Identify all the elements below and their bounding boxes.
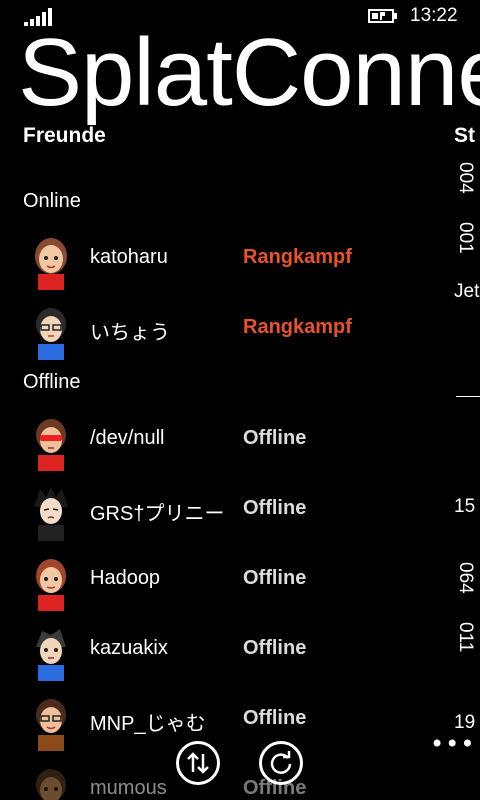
swap-arrows-icon xyxy=(187,752,209,774)
avatar xyxy=(35,238,67,290)
friend-row[interactable]: katoharu Rangkampf xyxy=(0,234,420,304)
app-title: SplatConnect xyxy=(18,19,480,126)
friend-row[interactable]: いちょう Rangkampf xyxy=(0,304,420,374)
friend-name: /dev/null xyxy=(90,427,165,449)
friend-name: katoharu xyxy=(90,246,168,268)
friend-name: MNP_じゃむ xyxy=(90,713,206,735)
peek-value: Jet xyxy=(454,281,480,302)
avatar xyxy=(34,487,68,541)
friend-name: kazuakix xyxy=(90,637,168,659)
avatar xyxy=(36,629,66,681)
friend-row[interactable]: kazuakix Offline xyxy=(0,625,420,695)
peek-value: 001 xyxy=(455,222,476,254)
friend-status: Offline xyxy=(243,427,307,449)
friend-status: Offline xyxy=(243,637,307,659)
friend-status: Offline xyxy=(243,567,307,589)
friend-status: Rangkampf xyxy=(243,316,352,338)
friend-row[interactable]: Hadoop Offline xyxy=(0,555,420,625)
friend-status: Offline xyxy=(243,707,307,729)
friend-row[interactable]: /dev/null Offline xyxy=(0,415,420,485)
peek-divider xyxy=(456,396,480,397)
friend-name: Hadoop xyxy=(90,567,161,589)
section-title-online: Online xyxy=(23,190,81,212)
more-button[interactable]: ••• xyxy=(430,730,475,758)
avatar xyxy=(36,419,66,471)
swap-button[interactable] xyxy=(176,741,220,785)
friend-status: Offline xyxy=(243,497,307,519)
peek-value: 004 xyxy=(455,162,476,194)
pivot-tab-next[interactable]: St xyxy=(454,124,475,148)
friend-name: いちょう xyxy=(90,322,170,344)
refresh-icon xyxy=(270,751,292,774)
peek-value: 15 xyxy=(454,496,476,517)
refresh-button[interactable] xyxy=(259,741,303,785)
peek-value: 011 xyxy=(455,622,476,653)
avatar xyxy=(36,308,66,360)
friend-name: mumous xyxy=(90,777,167,799)
avatar xyxy=(36,769,66,800)
friend-status: Rangkampf xyxy=(243,246,352,268)
avatar xyxy=(36,559,66,611)
friend-row[interactable]: GRS†プリニー Offline xyxy=(0,485,420,555)
avatar xyxy=(36,699,66,751)
friend-name: GRS†プリニー xyxy=(90,503,225,525)
pivot-tab-friends[interactable]: Freunde xyxy=(23,124,106,148)
peek-value: 064 xyxy=(455,562,476,594)
app-screen: 13:22 SplatConnect Freunde St Online kat… xyxy=(0,0,480,800)
section-title-offline: Offline xyxy=(23,371,81,393)
